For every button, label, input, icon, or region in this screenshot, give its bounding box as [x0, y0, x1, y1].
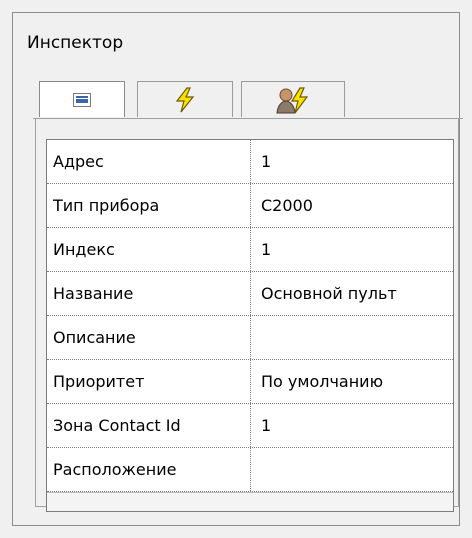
property-row-location[interactable]: Расположение: [47, 448, 453, 492]
property-label: Расположение: [47, 448, 251, 491]
property-value[interactable]: 1: [251, 228, 453, 271]
property-label: Индекс: [47, 228, 251, 271]
inspector-window: Инспектор Адрес 1 Тип прибора С2000 Инде…: [12, 12, 463, 526]
property-row-description[interactable]: Описание: [47, 316, 453, 360]
property-row-device-type[interactable]: Тип прибора С2000: [47, 184, 453, 228]
property-value[interactable]: [251, 316, 453, 359]
property-label: Адрес: [47, 140, 251, 183]
property-value[interactable]: 1: [251, 404, 453, 447]
window-title: Инспектор: [27, 33, 124, 53]
list-icon: [73, 92, 91, 107]
property-grid: Адрес 1 Тип прибора С2000 Индекс 1 Назва…: [46, 139, 454, 512]
property-row-contact-id-zone[interactable]: Зона Contact Id 1: [47, 404, 453, 448]
lightning-icon: [175, 86, 195, 112]
property-value[interactable]: 1: [251, 140, 453, 183]
property-row-index[interactable]: Индекс 1: [47, 228, 453, 272]
tab-strip: [33, 79, 463, 119]
property-value[interactable]: Основной пульт: [251, 272, 453, 315]
property-label: Тип прибора: [47, 184, 251, 227]
tab-content-panel: Адрес 1 Тип прибора С2000 Индекс 1 Назва…: [35, 119, 459, 512]
property-value[interactable]: По умолчанию: [251, 360, 453, 403]
property-value[interactable]: [251, 448, 453, 491]
property-label: Название: [47, 272, 251, 315]
property-label: Описание: [47, 316, 251, 359]
property-row-address[interactable]: Адрес 1: [47, 140, 453, 184]
property-row-name[interactable]: Название Основной пульт: [47, 272, 453, 316]
tab-users[interactable]: [241, 81, 345, 117]
grid-footer: [47, 492, 453, 511]
property-row-priority[interactable]: Приоритет По умолчанию: [47, 360, 453, 404]
property-label: Приоритет: [47, 360, 251, 403]
property-label: Зона Contact Id: [47, 404, 251, 447]
tab-properties[interactable]: [39, 81, 125, 117]
property-value[interactable]: С2000: [251, 184, 453, 227]
user-lightning-icon: [276, 86, 309, 113]
tab-events[interactable]: [137, 81, 233, 117]
